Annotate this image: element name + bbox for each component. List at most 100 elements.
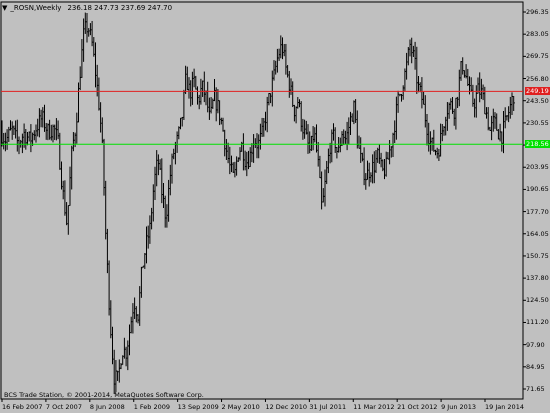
ohlc-bar [414,41,417,70]
ohlc-bar [506,115,509,121]
ohlc-bar [210,97,213,114]
chart-header: ▼ _ROSN,Weekly 236.18 247.73 237.69 247.… [2,2,172,14]
x-tick-label: 9 Jun 2013 [441,403,477,411]
ohlc-bar [378,144,381,164]
ohlc-bar [242,133,245,171]
ohlc-bar [59,132,61,170]
ohlc-bar [91,20,94,47]
ohlc-bar [457,96,459,108]
ohlc-bar [423,91,425,105]
ohlc-bar [446,102,449,131]
y-tick-label: 243.50 [526,96,549,105]
ohlc-bar [106,228,109,274]
ohlc-bar [496,113,498,131]
ohlc-bar [186,66,189,91]
ohlc-bar [193,68,196,88]
ohlc-bar [163,183,165,209]
ohlc-bar [79,66,82,91]
ohlc-bar [202,80,204,97]
ohlc-bar [387,152,390,160]
ohlc-bar [180,117,182,130]
ohlc-bar [504,107,507,129]
ohlc-bar [268,92,271,106]
ohlc-bar [324,169,327,207]
ohlc-bar [307,124,310,154]
ohlc-bar [191,71,194,105]
ohlc-bar [428,122,430,152]
ohlc-bar [435,149,437,156]
ohlc-bar [460,61,463,81]
ohlc-bar [501,131,503,152]
ohlc-bar [339,137,342,153]
ohlc-bar [494,112,497,129]
ohlc-bar [280,35,282,59]
ohlc-bar [382,159,384,172]
ohlc-bar [134,297,136,320]
ohlc-bar [178,126,180,140]
ohlc-bar [100,102,102,133]
ohlc-bar [424,95,427,128]
ohlc-bar [418,75,420,93]
ohlc-bar [336,146,339,159]
ohlc-bar [74,132,77,148]
ohlc-bar [61,161,63,190]
ohlc-bar [411,37,413,64]
ohlc-bar [47,123,50,141]
x-tick-label: 13 Sep 2009 [177,403,219,411]
ohlc-bar [322,188,325,203]
ohlc-bar [89,23,92,36]
y-tick-label: 71.65 [526,385,545,393]
ohlc-bar [62,180,65,200]
ohlc-bar [78,82,80,123]
ohlc-bar [385,151,388,177]
ohlc-bar [35,124,38,143]
ohlc-bar [270,93,272,104]
ohlc-bar [401,94,403,102]
ohlc-bar [470,77,473,93]
y-tick-label: 84.95 [526,362,545,371]
ohlc-bar [283,44,286,57]
ohlc-bar [361,152,364,162]
ohlc-bar [426,114,429,146]
x-tick-label: 8 Jun 2008 [89,403,125,411]
ohlc-bar [144,253,146,269]
ohlc-bar [329,142,332,164]
ohlc-bar [317,142,320,167]
ohlc-bar [159,159,162,170]
ohlc-bar [168,179,170,222]
ohlc-bar [135,306,138,323]
ohlc-bar [120,363,123,370]
ohlc-bar [171,153,174,184]
ohlc-bar [312,126,315,151]
ohlc-bar [42,107,44,128]
ohlc-bar [341,131,344,146]
ohlc-bar [142,265,145,268]
ohlc-bar [67,205,70,235]
ohlc-bar [351,113,354,122]
chart-window[interactable]: ▼ _ROSN,Weekly 236.18 247.73 237.69 247.… [0,0,550,413]
ohlc-bar [443,125,446,136]
ohlc-bar [185,65,187,95]
x-tick-label: 31 Jul 2011 [309,403,347,411]
ohlc-bar [503,110,505,154]
price-chart[interactable] [0,0,550,413]
ohlc-bar [140,266,143,298]
x-tick-label: 7 Oct 2007 [45,403,82,411]
ohlc-bar [480,78,483,100]
ohlc-bar [219,100,221,126]
ohlc-bar [373,151,376,184]
dropdown-triangle-icon[interactable]: ▼ [2,4,7,12]
ohlc-bar [344,130,347,144]
ohlc-bar [353,100,356,125]
ohlc-bar [458,69,461,107]
plot-frame [0,1,524,400]
ohlc-bar [358,135,361,149]
ohlc-bar [278,48,281,61]
ohlc-bar [222,117,225,132]
ohlc-bar [197,86,199,105]
ohlc-bar [224,129,226,157]
ohlc-bar [343,129,345,146]
ohlc-bar [407,46,410,66]
ohlc-bar [169,164,172,196]
ohlc-bar [406,52,408,80]
